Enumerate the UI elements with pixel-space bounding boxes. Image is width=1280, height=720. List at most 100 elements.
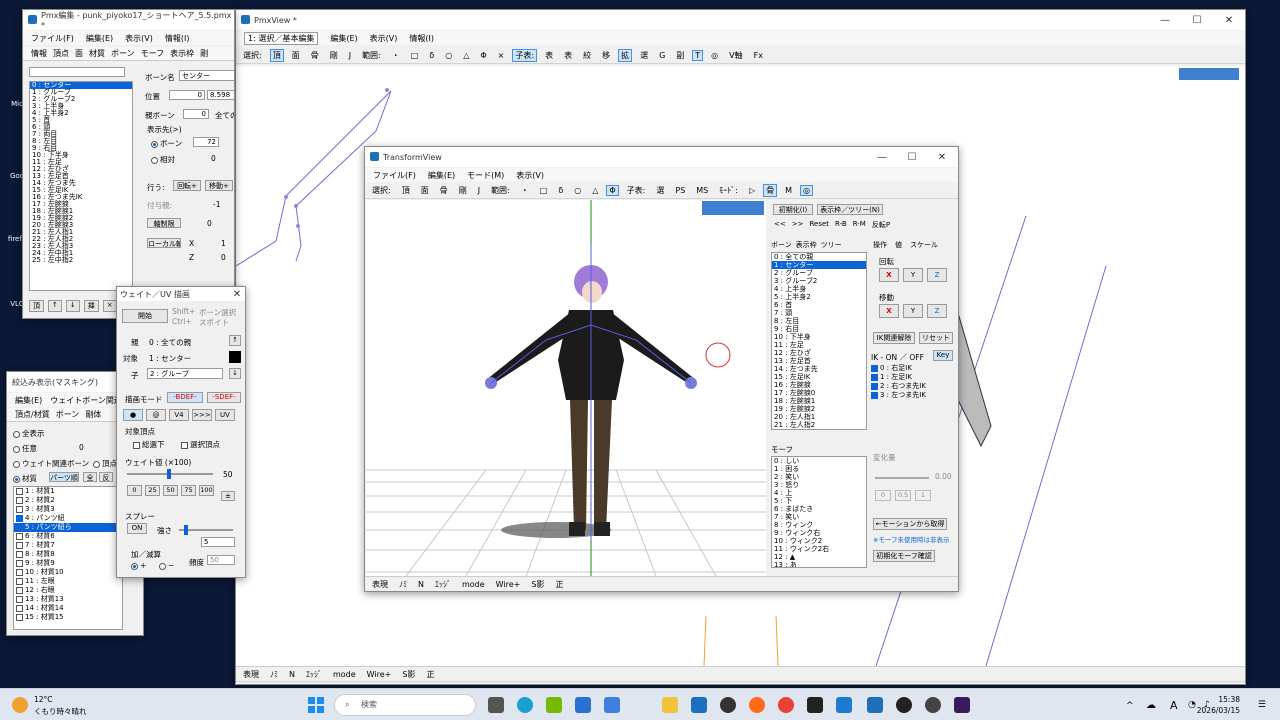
tv-morph-list[interactable]: 0 : しい 1 : 困る 2 : 笑い 3 : 怒り 4 : 上5 : 下6 : まば…	[771, 456, 867, 568]
terminal-icon[interactable]	[807, 697, 823, 713]
weight-uv-close[interactable]: ✕	[229, 287, 245, 301]
tv-menu-item[interactable]: 編集(E)	[428, 170, 455, 181]
tv-tool[interactable]: ﾓｰﾄﾞ:	[716, 184, 741, 197]
tv-tool[interactable]: PS	[672, 185, 688, 196]
tv-morph-item[interactable]: 0 : しい	[772, 457, 866, 465]
tv-morph-item[interactable]: 1 : 困る	[772, 465, 866, 473]
tv-op-tab[interactable]: スケール	[910, 240, 938, 250]
pmxeditor-task-icon[interactable]	[867, 697, 883, 713]
tv-rotate-x[interactable]: X	[879, 268, 899, 282]
tv-ik-item[interactable]: 3 : 左つま先IK	[871, 391, 926, 400]
option-hidden[interactable]: 総選下	[133, 439, 165, 450]
pmxview-tool[interactable]: 表	[542, 49, 556, 62]
notification-icon[interactable]: ☰	[1258, 700, 1266, 710]
brush-button[interactable]: V4	[169, 409, 189, 421]
mask-option-material[interactable]: 材質	[13, 473, 37, 484]
tv-bottom-tool[interactable]: Wire+	[493, 579, 524, 590]
tv-bone-item[interactable]: 11 : 左足	[772, 341, 866, 349]
vscode-icon[interactable]	[836, 697, 852, 713]
tv-bone-tab[interactable]: 表示枠	[796, 240, 817, 250]
select-all-button[interactable]: 全	[83, 472, 97, 482]
pmx-editor-tab[interactable]: 剛	[200, 48, 208, 59]
tv-bone-item[interactable]: 5 : 上半身2	[772, 293, 866, 301]
tv-bottom-tool[interactable]: ｴｯｼﾞ	[432, 578, 454, 591]
sdef-button[interactable]: -SDEF-	[207, 392, 241, 403]
material-checkbox[interactable]	[16, 487, 23, 495]
pmxview-tool[interactable]: 選択:	[240, 49, 265, 62]
tv-op-tab[interactable]: 操作	[873, 240, 887, 250]
network-icon[interactable]: ◔	[1188, 700, 1196, 710]
strength-slider-thumb[interactable]	[184, 525, 188, 535]
menu-view[interactable]: 表示(V)	[370, 33, 398, 44]
rotate-toggle[interactable]: 回転+	[173, 180, 201, 191]
tv-nav-button[interactable]: R-M	[852, 220, 867, 230]
tv-tool[interactable]: 選択:	[369, 184, 394, 197]
tv-ik-reset-button[interactable]: IK関連解除	[873, 332, 915, 344]
pmxview-tool[interactable]: T	[692, 50, 704, 61]
pmxview-tool[interactable]: V軸	[726, 49, 745, 62]
tv-morph-item[interactable]: 6 : まばたき	[772, 505, 866, 513]
sub-radio[interactable]: −	[159, 561, 174, 570]
pmxview-tool[interactable]: 絞	[580, 49, 594, 62]
mail-icon[interactable]	[691, 697, 707, 713]
tv-morph-item[interactable]: 8 : ウィンク	[772, 521, 866, 529]
material-checkbox[interactable]	[16, 613, 23, 621]
child-select[interactable]: 2 : グルーブ	[147, 368, 223, 379]
reverse-button[interactable]: 反	[99, 472, 113, 482]
app-icon-circle[interactable]	[896, 697, 912, 713]
tv-morph-item[interactable]: 11 : ウィンク2右	[772, 545, 866, 553]
close-button[interactable]: ✕	[1213, 10, 1245, 30]
pmx-editor-tab[interactable]: 情報	[31, 48, 47, 59]
start-button[interactable]	[308, 697, 324, 713]
pmx-editor-tab[interactable]: 表示枠	[170, 48, 194, 59]
tv-move-x[interactable]: X	[879, 304, 899, 318]
material-list-item[interactable]: 7 : 材質7	[14, 541, 122, 550]
tv-move-y[interactable]: Y	[903, 304, 923, 318]
tv-bone-item[interactable]: 7 : 頭	[772, 309, 866, 317]
tv-morph-item[interactable]: 9 : ウィンク右	[772, 529, 866, 537]
material-list-item[interactable]: 10 : 材質10	[14, 568, 122, 577]
material-list-item[interactable]: 2 : 材質2	[14, 496, 122, 505]
maximize-button[interactable]: ☐	[1181, 10, 1213, 30]
pmxview-tool[interactable]: 範囲:	[359, 49, 384, 62]
tv-bone-item[interactable]: 4 : 上半身	[772, 285, 866, 293]
mask-option-all[interactable]: 全表示	[13, 428, 45, 439]
child-down-button[interactable]: ↓	[229, 368, 241, 379]
menu-view[interactable]: 表示(V)	[125, 33, 153, 44]
tv-bone-item[interactable]: 12 : 左ひざ	[772, 349, 866, 357]
material-list-item[interactable]: 12 : 右眼	[14, 586, 122, 595]
tv-bone-item[interactable]: 14 : 左つま先	[772, 365, 866, 373]
material-checkbox[interactable]	[16, 541, 23, 549]
pmxview-bottom-tool[interactable]: N	[286, 669, 298, 680]
tv-nav-button[interactable]: R-B	[834, 220, 848, 230]
pmxview-tool[interactable]: ×	[495, 50, 508, 61]
tv-close-button[interactable]: ✕	[926, 147, 958, 167]
pmx-editor-tab[interactable]: 材質	[89, 48, 105, 59]
brush-button[interactable]: >>>	[192, 409, 212, 421]
pmxview-tool[interactable]: Φ	[477, 50, 489, 61]
tv-nav-button[interactable]: 反転P	[871, 220, 891, 230]
pmxview-tool[interactable]: 骨	[308, 49, 322, 62]
store-icon[interactable]	[604, 697, 620, 713]
move-toggle[interactable]: 移動+	[205, 180, 233, 191]
pmxview-bottom-tool[interactable]: Wire+	[364, 669, 395, 680]
masking-tab-vertex[interactable]: 頂点/材質	[15, 409, 50, 420]
material-list-item[interactable]: 1 : 材質1	[14, 487, 122, 496]
material-checkbox[interactable]	[16, 568, 23, 576]
tv-menu-item[interactable]: モード(M)	[467, 170, 504, 181]
tv-menu-item[interactable]: 表示(V)	[516, 170, 544, 181]
pmxview-tool[interactable]: ○	[442, 50, 455, 61]
pmxview-tool[interactable]: 面	[289, 49, 303, 62]
tv-bone-tab[interactable]: ボーン	[771, 240, 792, 250]
pmxview-tool[interactable]: △	[460, 50, 472, 61]
add-radio[interactable]: +	[131, 561, 146, 570]
clock-time[interactable]: 15:38	[1218, 695, 1240, 704]
tv-op-tab[interactable]: 値	[895, 240, 902, 250]
tv-ik-item[interactable]: 1 : 左足IK	[871, 373, 926, 382]
tv-ik-checkbox[interactable]	[871, 382, 878, 390]
pmxview-tool[interactable]: 子表:	[512, 49, 538, 62]
start-paint-button[interactable]: 開始	[122, 309, 168, 323]
view-nav-icons[interactable]	[1179, 68, 1239, 80]
tv-bottom-tool[interactable]: ﾉﾐ	[396, 578, 410, 591]
tv-rotate-z[interactable]: Z	[927, 268, 947, 282]
